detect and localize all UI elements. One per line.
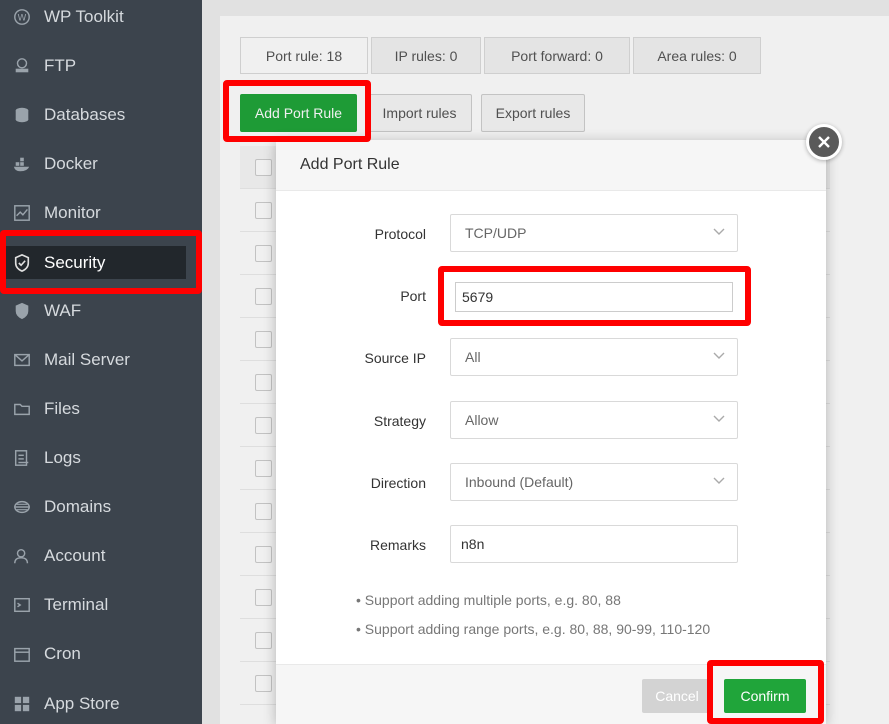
sidebar-item-app-store[interactable]: App Store bbox=[0, 684, 202, 724]
remarks-value: n8n bbox=[461, 536, 485, 552]
tip-range-ports: • Support adding range ports, e.g. 80, 8… bbox=[356, 621, 710, 637]
protocol-value: TCP/UDP bbox=[465, 225, 527, 241]
bullet-icon: • bbox=[356, 592, 365, 608]
mail-icon bbox=[12, 350, 32, 370]
strategy-label: Strategy bbox=[373, 413, 426, 429]
sidebar-item-label: Docker bbox=[44, 154, 98, 173]
modal-title: Add Port Rule bbox=[300, 156, 400, 173]
tip-multiple-ports: • Support adding multiple ports, e.g. 80… bbox=[356, 592, 621, 608]
svg-text:W: W bbox=[18, 14, 27, 24]
sidebar-item-terminal[interactable]: Terminal bbox=[0, 585, 202, 625]
bullet-icon: • bbox=[356, 621, 365, 637]
close-icon bbox=[818, 136, 830, 148]
sidebar-item-monitor[interactable]: Monitor bbox=[0, 193, 202, 233]
sidebar-item-cron[interactable]: Cron bbox=[0, 634, 202, 674]
remarks-input[interactable]: n8n bbox=[450, 525, 738, 563]
sidebar-item-domains[interactable]: Domains bbox=[0, 487, 202, 527]
modal-footer: Cancel Confirm bbox=[276, 664, 826, 724]
shield-icon bbox=[12, 253, 32, 273]
globe-icon bbox=[12, 497, 32, 517]
sidebar-item-label: Files bbox=[44, 399, 80, 418]
sidebar-item-label: Databases bbox=[44, 105, 126, 124]
grid-icon bbox=[12, 694, 32, 714]
direction-value: Inbound (Default) bbox=[465, 474, 574, 490]
port-label: Port bbox=[400, 288, 426, 304]
sidebar-item-docker[interactable]: Docker bbox=[0, 144, 202, 184]
sidebar-item-label: Mail Server bbox=[44, 350, 130, 369]
calendar-icon bbox=[12, 644, 32, 664]
sidebar-item-label: WP Toolkit bbox=[44, 7, 124, 26]
chevron-down-icon bbox=[713, 352, 725, 359]
monitor-icon bbox=[12, 203, 32, 223]
chevron-down-icon bbox=[713, 228, 725, 235]
protocol-label: Protocol bbox=[374, 226, 426, 242]
direction-select[interactable]: Inbound (Default) bbox=[450, 463, 738, 501]
source-ip-value: All bbox=[465, 349, 481, 365]
logs-icon bbox=[12, 448, 32, 468]
modal-header: Add Port Rule bbox=[276, 140, 826, 191]
database-icon bbox=[12, 105, 32, 125]
sidebar-item-label: App Store bbox=[44, 694, 120, 713]
tip-text: Support adding range ports, e.g. 80, 88,… bbox=[364, 621, 711, 637]
direction-label: Direction bbox=[370, 475, 426, 491]
sidebar: W WP Toolkit FTP Databases Docker Monito… bbox=[0, 0, 202, 724]
source-ip-select[interactable]: All bbox=[450, 338, 738, 376]
sidebar-item-databases[interactable]: Databases bbox=[0, 95, 202, 135]
tip-text: Support adding multiple ports, e.g. 80, … bbox=[364, 592, 621, 608]
waf-shield-icon bbox=[12, 301, 32, 321]
sidebar-item-security[interactable]: Security bbox=[4, 246, 186, 279]
sidebar-item-label: Terminal bbox=[44, 595, 109, 614]
sidebar-item-label: FTP bbox=[44, 56, 77, 75]
confirm-button[interactable]: Confirm bbox=[724, 679, 806, 713]
terminal-icon bbox=[12, 595, 32, 615]
sidebar-item-label: Security bbox=[44, 252, 106, 272]
chevron-down-icon bbox=[713, 415, 725, 422]
sidebar-item-label: Domains bbox=[44, 497, 112, 516]
sidebar-item-account[interactable]: Account bbox=[0, 536, 202, 576]
port-input[interactable] bbox=[455, 282, 733, 312]
user-icon bbox=[12, 546, 32, 566]
docker-icon bbox=[12, 154, 32, 174]
protocol-select[interactable]: TCP/UDP bbox=[450, 214, 738, 252]
sidebar-item-label: WAF bbox=[44, 301, 82, 320]
folder-icon bbox=[12, 399, 32, 419]
sidebar-item-label: Monitor bbox=[44, 203, 101, 222]
sidebar-item-label: Logs bbox=[44, 448, 81, 467]
sidebar-item-ftp[interactable]: FTP bbox=[0, 46, 202, 86]
chevron-down-icon bbox=[713, 477, 725, 484]
remarks-label: Remarks bbox=[369, 537, 426, 553]
sidebar-item-waf[interactable]: WAF bbox=[0, 291, 202, 331]
add-port-rule-modal: Add Port Rule Protocol TCP/UDP Port Sour… bbox=[276, 140, 826, 724]
sidebar-item-wp-toolkit[interactable]: W WP Toolkit bbox=[0, 0, 202, 37]
sidebar-item-mail-server[interactable]: Mail Server bbox=[0, 340, 202, 380]
source-ip-label: Source IP bbox=[364, 350, 426, 366]
sidebar-item-logs[interactable]: Logs bbox=[0, 438, 202, 478]
strategy-value: Allow bbox=[465, 412, 499, 428]
ftp-icon bbox=[12, 56, 32, 76]
sidebar-item-label: Account bbox=[44, 546, 106, 565]
sidebar-item-label: Cron bbox=[44, 644, 81, 663]
wordpress-icon: W bbox=[12, 7, 32, 27]
strategy-select[interactable]: Allow bbox=[450, 401, 738, 439]
cancel-button[interactable]: Cancel bbox=[642, 679, 712, 713]
close-modal-button[interactable] bbox=[806, 124, 842, 160]
sidebar-item-files[interactable]: Files bbox=[0, 389, 202, 429]
